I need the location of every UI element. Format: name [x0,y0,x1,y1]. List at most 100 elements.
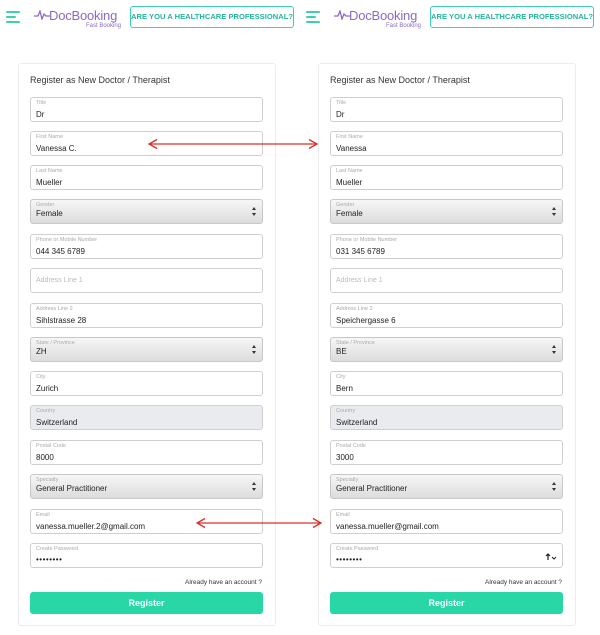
field-value: ZH [36,347,47,356]
field-value: Vanessa C. [36,144,77,153]
specialty-select[interactable]: Specialty General Practitioner [30,474,263,499]
eye-toggle-icon[interactable] [545,553,557,561]
select-arrows-icon [552,345,557,356]
city-field[interactable]: City Bern [330,371,563,396]
top-bar: DocBooking Fast Booking ARE YOU A HEALTH… [300,0,600,36]
registration-card: Register as New Doctor / Therapist Title… [18,63,276,626]
address-line-1-field[interactable]: Address Line 1 [330,268,563,293]
address-line-2-field[interactable]: Address Line 2 Speichergasse 6 [330,303,563,328]
panel-left: DocBooking Fast Booking ARE YOU A HEALTH… [0,0,300,635]
field-label: State / Province [336,340,375,346]
address-line-2-field[interactable]: Address Line 2 Sihlstrasse 28 [30,303,263,328]
field-label: Postal Code [336,443,366,449]
form-title: Register as New Doctor / Therapist [330,75,470,85]
field-value: 044 345 6789 [36,247,85,256]
gender-select[interactable]: Gender Female [30,199,263,224]
already-have-account-link[interactable]: Already have an account ? [485,579,562,586]
first-name-field[interactable]: First Name Vanessa [330,131,563,156]
field-value: Dr [36,110,45,119]
form-title: Register as New Doctor / Therapist [30,75,170,85]
field-label: Last Name [36,168,63,174]
field-value: BE [336,347,347,356]
field-label: Gender [36,202,55,208]
healthcare-professional-button[interactable]: ARE YOU A HEALTHCARE PROFESSIONAL? [430,6,594,28]
field-value: General Practitioner [36,484,108,493]
field-label: Specialty [336,477,359,483]
city-field[interactable]: City Zurich [30,371,263,396]
field-label: Address Line 2 [336,306,373,312]
already-have-account-link[interactable]: Already have an account ? [185,579,262,586]
field-value: Zurich [36,384,59,393]
hamburger-icon[interactable] [306,11,320,23]
field-value: •••••••• [336,555,363,564]
field-value: 8000 [36,453,54,462]
field-label: City [36,374,46,380]
field-label: Specialty [36,477,59,483]
field-label: Last Name [336,168,363,174]
panel-right: DocBooking Fast Booking ARE YOU A HEALTH… [300,0,600,635]
field-label: State / Province [36,340,75,346]
logo-text: DocBooking [49,8,118,23]
field-value: Mueller [36,178,63,187]
logo-tagline: Fast Booking [86,23,122,29]
top-bar: DocBooking Fast Booking ARE YOU A HEALTH… [0,0,300,36]
field-label: Gender [336,202,355,208]
specialty-select[interactable]: Specialty General Practitioner [330,474,563,499]
field-value: 3000 [336,453,354,462]
field-value: Switzerland [36,418,78,427]
field-value: vanessa.mueller.2@gmail.com [36,522,146,531]
field-value: 031 345 6789 [336,247,385,256]
field-value: vanessa.mueller@gmail.com [336,522,439,531]
country-field: Country Switzerland [30,405,263,430]
field-value: Mueller [336,178,363,187]
logo[interactable]: DocBooking Fast Booking [34,7,121,31]
email-field[interactable]: Email vanessa.mueller.2@gmail.com [30,509,263,534]
field-label: First Name [36,134,63,140]
address-line-1-field[interactable]: Address Line 1 [30,268,263,293]
phone-field[interactable]: Phone or Mobile Number 031 345 6789 [330,234,563,259]
gender-select[interactable]: Gender Female [330,199,563,224]
hamburger-icon[interactable] [6,11,20,23]
select-arrows-icon [552,207,557,218]
field-label: Create Password [36,546,79,552]
field-label: Country [336,408,356,414]
healthcare-professional-button[interactable]: ARE YOU A HEALTHCARE PROFESSIONAL? [130,6,294,28]
postal-code-field[interactable]: Postal Code 3000 [330,440,563,465]
logo-tagline: Fast Booking [386,23,422,29]
field-value: Dr [336,110,345,119]
field-value: •••••••• [36,555,63,564]
heartbeat-icon [334,10,350,20]
register-button[interactable]: Register [330,592,563,614]
logo-text: DocBooking [349,8,418,23]
select-arrows-icon [252,482,257,493]
title-field[interactable]: Title Dr [30,97,263,122]
logo[interactable]: DocBooking Fast Booking [334,7,421,31]
title-field[interactable]: Title Dr [330,97,563,122]
first-name-field[interactable]: First Name Vanessa C. [30,131,263,156]
last-name-field[interactable]: Last Name Mueller [30,165,263,190]
field-value: Female [336,209,363,218]
field-value: Sihlstrasse 28 [36,316,87,325]
password-field[interactable]: Create Password •••••••• [30,543,263,568]
last-name-field[interactable]: Last Name Mueller [330,165,563,190]
field-value: Vanessa [336,144,367,153]
password-field[interactable]: Create Password •••••••• [330,543,563,568]
state-select[interactable]: State / Province BE [330,337,563,362]
field-label: Title [336,100,347,106]
postal-code-field[interactable]: Postal Code 8000 [30,440,263,465]
state-select[interactable]: State / Province ZH [30,337,263,362]
field-placeholder: Address Line 1 [336,277,383,284]
field-placeholder: Address Line 1 [36,277,83,284]
field-label: Email [36,512,50,518]
registration-card: Register as New Doctor / Therapist Title… [318,63,576,626]
field-label: Create Password [336,546,379,552]
phone-field[interactable]: Phone or Mobile Number 044 345 6789 [30,234,263,259]
field-value: Female [36,209,63,218]
field-label: Email [336,512,350,518]
field-label: Country [36,408,56,414]
field-value: Switzerland [336,418,378,427]
email-field[interactable]: Email vanessa.mueller@gmail.com [330,509,563,534]
register-button[interactable]: Register [30,592,263,614]
field-label: Postal Code [36,443,66,449]
heartbeat-icon [34,10,50,20]
